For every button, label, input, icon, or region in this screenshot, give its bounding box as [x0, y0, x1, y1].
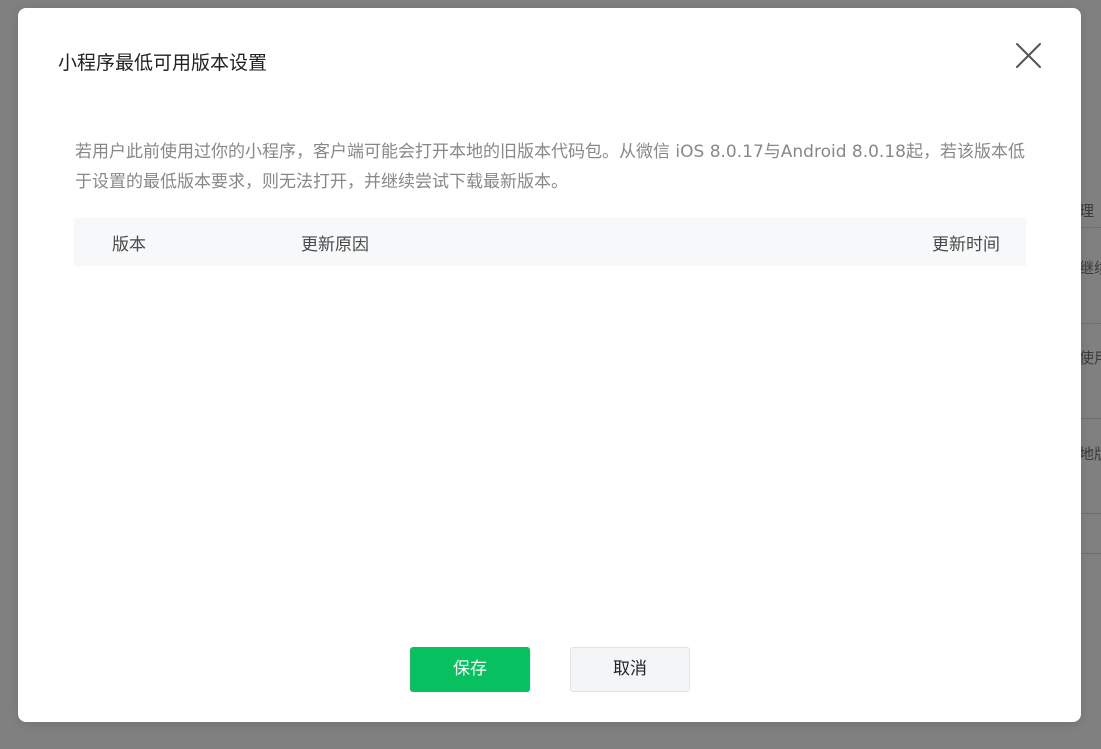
close-button[interactable] [1011, 38, 1047, 74]
dialog-title: 小程序最低可用版本设置 [58, 52, 268, 74]
background-text-fragment: 地版 [1079, 445, 1101, 463]
background-text-fragment: 使用 [1079, 349, 1101, 367]
cancel-button[interactable]: 取消 [570, 647, 690, 692]
column-header-time: 更新时间 [932, 234, 1000, 255]
background-text-fragment: 继续 [1079, 259, 1101, 277]
background-divider [1079, 323, 1101, 324]
background-divider [1079, 553, 1101, 554]
min-version-dialog: 小程序最低可用版本设置 若用户此前使用过你的小程序，客户端可能会打开本地的旧版本… [18, 8, 1081, 722]
dialog-description: 若用户此前使用过你的小程序，客户端可能会打开本地的旧版本代码包。从微信 iOS … [75, 142, 1025, 192]
background-divider [1079, 513, 1101, 514]
close-icon [1016, 43, 1041, 68]
background-text-fragment: 理 [1079, 202, 1095, 220]
save-button[interactable]: 保存 [410, 647, 530, 692]
background-divider [1079, 418, 1101, 419]
background-divider [1079, 227, 1101, 228]
version-table-header: 版本 更新原因 更新时间 [74, 218, 1026, 266]
column-header-version: 版本 [112, 234, 146, 255]
column-header-reason: 更新原因 [301, 234, 369, 255]
